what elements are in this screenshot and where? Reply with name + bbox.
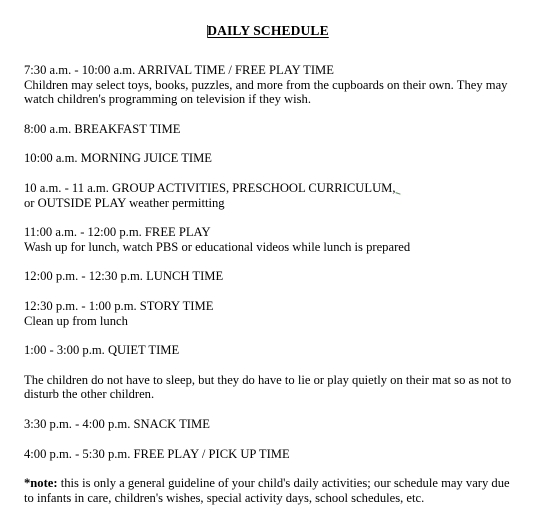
- footnote-body: this is only a general guideline of your…: [24, 476, 510, 505]
- schedule-entry: 12:30 p.m. - 1:00 p.m. STORY TIME Clean …: [24, 299, 512, 328]
- schedule-entry: 7:30 a.m. - 10:00 a.m. ARRIVAL TIME / FR…: [24, 63, 512, 107]
- entry-heading: 10 a.m. - 11 a.m. GROUP ACTIVITIES, PRES…: [24, 181, 512, 196]
- entry-heading: 4:00 p.m. - 5:30 p.m. FREE PLAY / PICK U…: [24, 446, 290, 461]
- footnote-label: *note:: [24, 476, 58, 491]
- schedule-entry: 10 a.m. - 11 a.m. GROUP ACTIVITIES, PRES…: [24, 181, 512, 210]
- entry-heading: 3:30 p.m. - 4:00 p.m. SNACK TIME: [24, 416, 210, 431]
- schedule-entry: 12:00 p.m. - 12:30 p.m. LUNCH TIME: [24, 269, 512, 284]
- entry-body: Clean up from lunch: [24, 313, 128, 328]
- entry-body: or OUTSIDE PLAY weather permitting: [24, 195, 225, 210]
- schedule-entry: 10:00 a.m. MORNING JUICE TIME: [24, 151, 512, 166]
- schedule-entry: 1:00 - 3:00 p.m. QUIET TIME: [24, 343, 512, 358]
- entry-heading: 12:00 p.m. - 12:30 p.m. LUNCH TIME: [24, 269, 224, 284]
- entry-heading: 11:00 a.m. - 12:00 p.m. FREE PLAY: [24, 225, 211, 240]
- entry-heading: 8:00 a.m. BREAKFAST TIME: [24, 121, 181, 136]
- schedule-entry: 11:00 a.m. - 12:00 p.m. FREE PLAY Wash u…: [24, 225, 512, 254]
- schedule-list: 7:30 a.m. - 10:00 a.m. ARRIVAL TIME / FR…: [24, 63, 512, 505]
- page-title-text: DAILY SCHEDULE: [207, 23, 329, 38]
- schedule-entry: 3:30 p.m. - 4:00 p.m. SNACK TIME: [24, 417, 512, 432]
- spellcheck-squiggle-icon: [396, 189, 401, 193]
- entry-heading: 7:30 a.m. - 10:00 a.m. ARRIVAL TIME / FR…: [24, 63, 334, 77]
- footnote: *note: this is only a general guideline …: [24, 476, 512, 505]
- page-title: DAILY SCHEDULE: [24, 0, 512, 39]
- entry-body: Children may select toys, books, puzzles…: [24, 77, 508, 107]
- entry-body: Wash up for lunch, watch PBS or educatio…: [24, 239, 411, 254]
- schedule-entry: 8:00 a.m. BREAKFAST TIME: [24, 122, 512, 137]
- schedule-entry: 4:00 p.m. - 5:30 p.m. FREE PLAY / PICK U…: [24, 447, 512, 462]
- document-page: DAILY SCHEDULE 7:30 a.m. - 10:00 a.m. AR…: [0, 0, 536, 505]
- entry-heading: 12:30 p.m. - 1:00 p.m. STORY TIME: [24, 298, 214, 313]
- entry-heading: 1:00 - 3:00 p.m. QUIET TIME: [24, 343, 180, 358]
- quiet-time-description: The children do not have to sleep, but t…: [24, 373, 512, 402]
- footnote-text: *note: this is only a general guideline …: [24, 476, 512, 505]
- entry-heading: 10:00 a.m. MORNING JUICE TIME: [24, 151, 212, 166]
- entry-body: The children do not have to sleep, but t…: [24, 372, 512, 402]
- entry-heading-text: 10 a.m. - 11 a.m. GROUP ACTIVITIES, PRES…: [24, 180, 396, 195]
